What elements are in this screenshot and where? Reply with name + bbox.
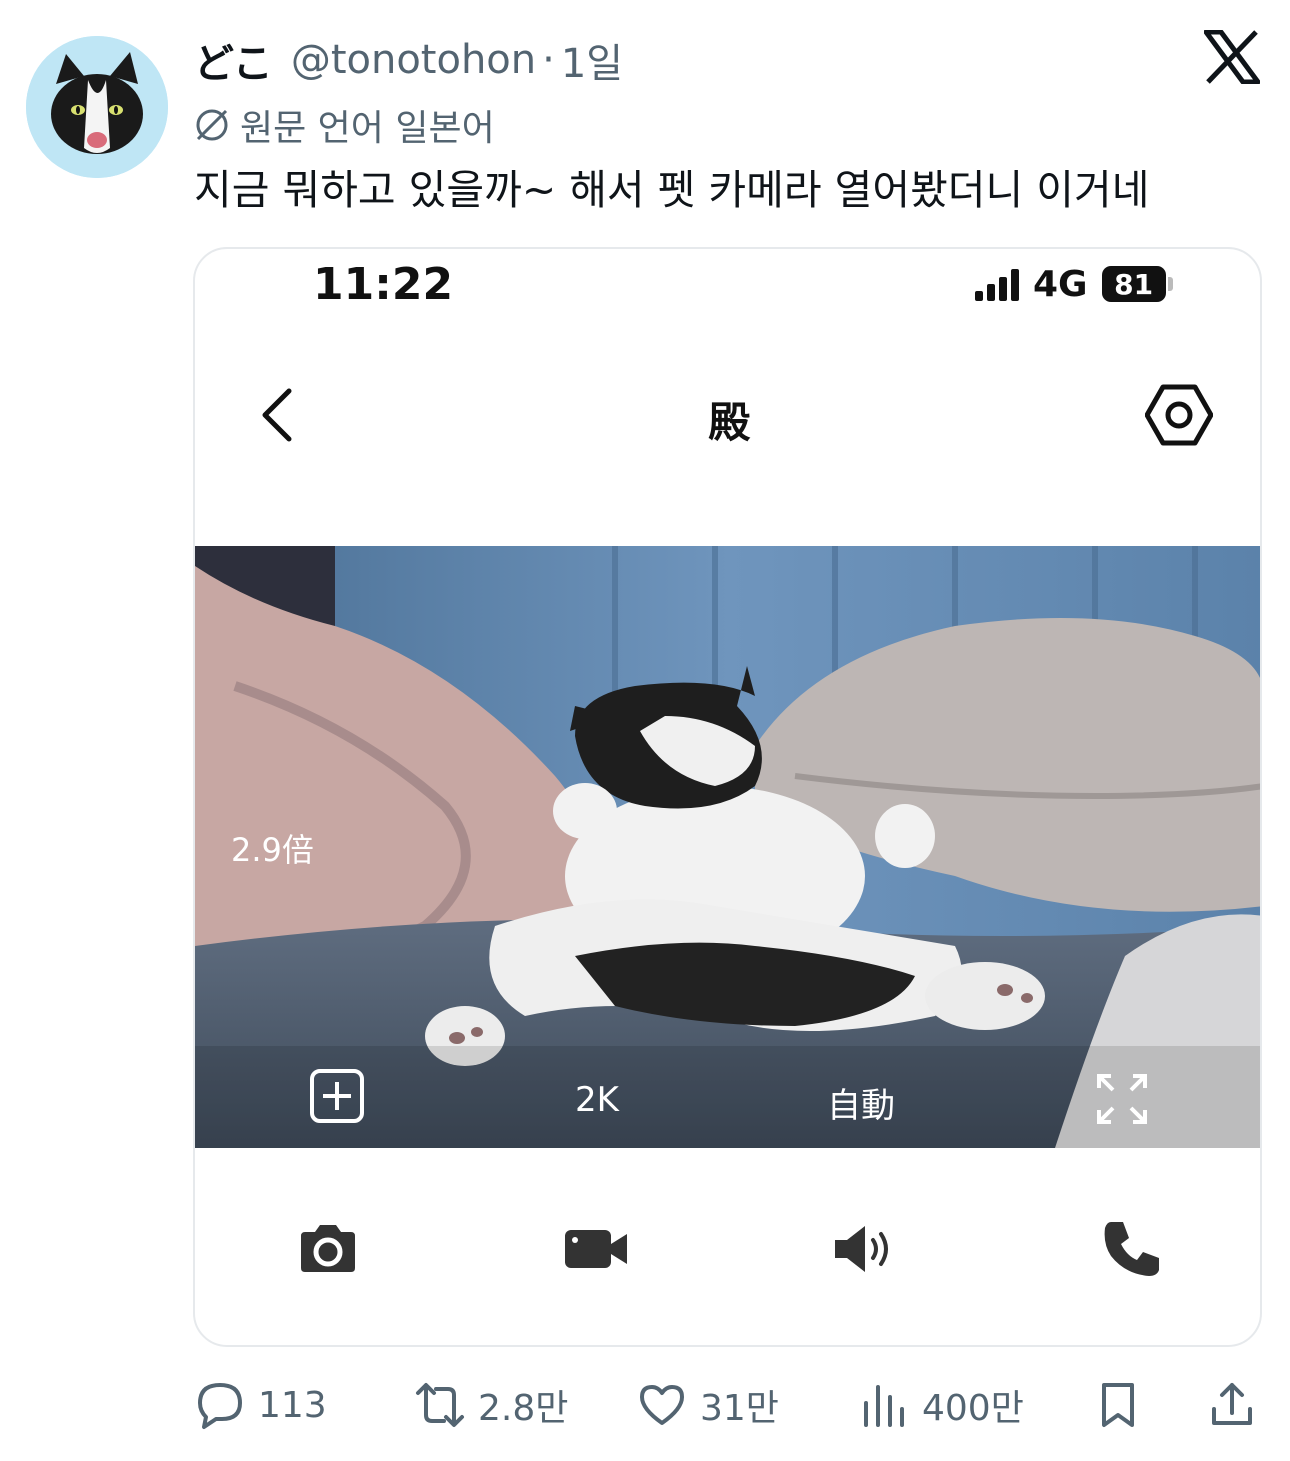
avatar[interactable] bbox=[26, 36, 168, 178]
phone-status-indicators: 4G 81 bbox=[975, 259, 1173, 309]
zoom-indicator: 2.9倍 bbox=[231, 831, 314, 869]
resolution-toggle[interactable]: 2K bbox=[575, 1080, 619, 1120]
like-button[interactable]: 31만 bbox=[636, 1370, 779, 1440]
translate-icon bbox=[196, 109, 228, 141]
add-square-icon[interactable] bbox=[307, 1066, 367, 1126]
bottom-toolbar bbox=[195, 1214, 1260, 1284]
tweet-header: どこ @tonotohon · 1일 bbox=[194, 30, 623, 90]
translation-label: 원문 언어 일본어 bbox=[240, 108, 495, 149]
timestamp[interactable]: 1일 bbox=[561, 31, 623, 89]
user-handle[interactable]: @tonotohon bbox=[291, 37, 536, 83]
heart-icon bbox=[640, 1385, 684, 1425]
video-camera-icon[interactable] bbox=[561, 1214, 631, 1284]
display-name[interactable]: どこ bbox=[194, 31, 273, 89]
reply-button[interactable]: 113 bbox=[194, 1370, 327, 1440]
battery-icon: 81 bbox=[1101, 266, 1173, 302]
reply-count: 113 bbox=[258, 1384, 327, 1426]
translation-indicator[interactable]: 원문 언어 일본어 bbox=[192, 100, 495, 150]
separator: · bbox=[542, 37, 555, 83]
signal-icon bbox=[975, 267, 1019, 301]
x-logo-icon[interactable] bbox=[1203, 29, 1261, 85]
mode-toggle[interactable]: 自動 bbox=[827, 1078, 895, 1127]
tweet-text: 지금 뭐하고 있을까~ 해서 펫 카메라 열어봤더니 이거네 bbox=[194, 166, 1150, 214]
camera-feed[interactable]: 2.9倍 2K 自動 bbox=[195, 546, 1260, 1148]
camera-icon[interactable] bbox=[293, 1214, 363, 1284]
views-chart-icon bbox=[864, 1385, 904, 1427]
network-type: 4G bbox=[1033, 263, 1088, 305]
repost-icon bbox=[416, 1383, 464, 1427]
share-icon bbox=[1212, 1383, 1252, 1425]
views-button[interactable]: 400만 bbox=[858, 1370, 1024, 1440]
feed-controls: 2K 自動 bbox=[195, 1056, 1260, 1136]
bookmark-icon bbox=[1102, 1383, 1134, 1427]
share-button[interactable] bbox=[1206, 1370, 1270, 1440]
repost-count: 2.8만 bbox=[478, 1388, 569, 1429]
like-count: 31만 bbox=[700, 1388, 779, 1429]
battery-level: 81 bbox=[1101, 266, 1166, 302]
media-card[interactable]: 11:22 4G 81 殿 2.9倍 2K 自動 bbox=[193, 247, 1262, 1347]
fullscreen-icon[interactable] bbox=[1095, 1072, 1149, 1126]
views-count: 400만 bbox=[922, 1388, 1024, 1429]
bookmark-button[interactable] bbox=[1092, 1370, 1156, 1440]
speaker-icon[interactable] bbox=[829, 1214, 899, 1284]
cat-avatar-icon bbox=[26, 36, 168, 178]
reply-icon bbox=[198, 1383, 242, 1429]
repost-button[interactable]: 2.8만 bbox=[414, 1370, 568, 1440]
settings-hexagon-icon[interactable] bbox=[1144, 381, 1214, 449]
phone-status-time: 11:22 bbox=[313, 259, 454, 310]
app-title: 殿 bbox=[708, 398, 751, 447]
phone-icon[interactable] bbox=[1097, 1214, 1167, 1284]
tweet-actions: 113 2.8만 31만 400만 bbox=[190, 1370, 1270, 1440]
